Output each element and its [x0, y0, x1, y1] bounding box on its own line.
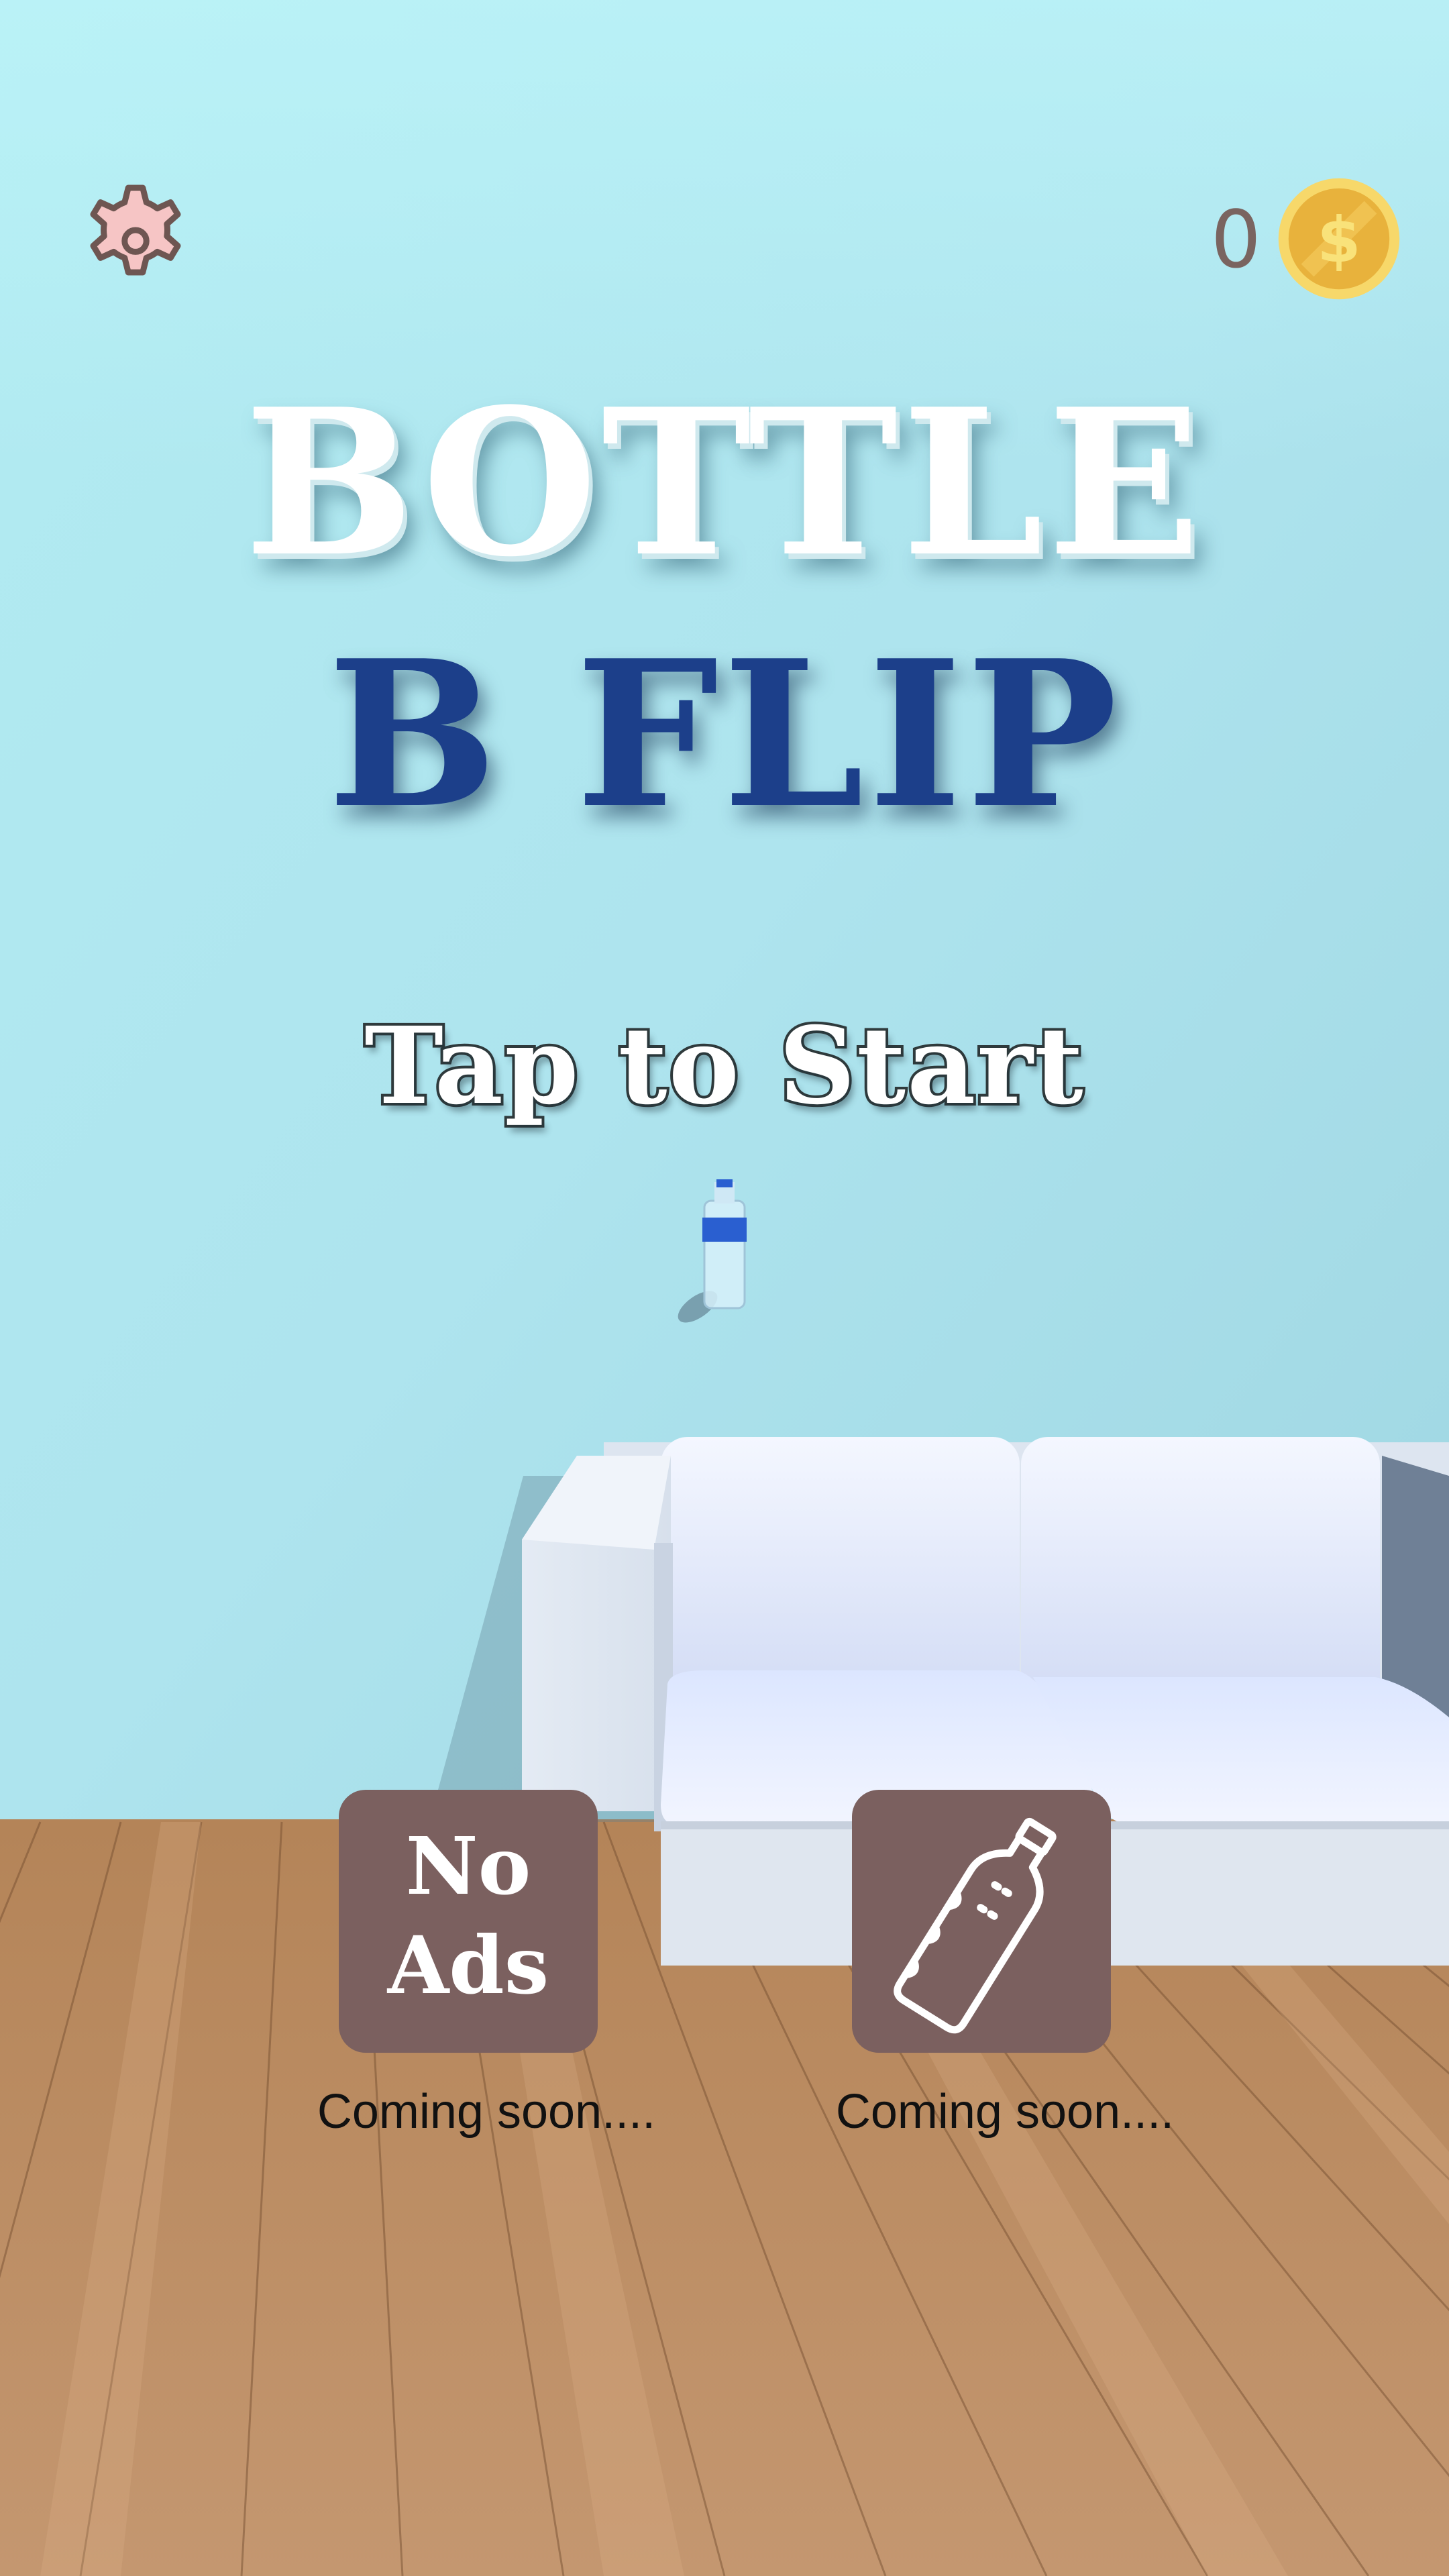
- no-ads-label: No Ads: [387, 1819, 549, 2012]
- bottle-skin-button[interactable]: [852, 1790, 1111, 2053]
- bottle-icon: [894, 1817, 1057, 2034]
- no-ads-button[interactable]: No Ads: [339, 1790, 598, 2053]
- tap-to-start-prompt[interactable]: Tap to Start: [0, 1004, 1449, 1130]
- settings-button[interactable]: [75, 176, 196, 297]
- coin-count: 0: [1210, 193, 1261, 286]
- bottle-skin-status: Coming soon....: [835, 2085, 1175, 2139]
- no-ads-status: Coming soon....: [317, 2085, 656, 2139]
- game-title-line2: B FLIP: [327, 616, 1122, 853]
- gear-icon: [90, 184, 181, 276]
- svg-text:$: $: [1317, 204, 1360, 277]
- dollar-coin-icon: $: [1276, 176, 1402, 302]
- game-title-line1: BOTTLE: [244, 364, 1205, 601]
